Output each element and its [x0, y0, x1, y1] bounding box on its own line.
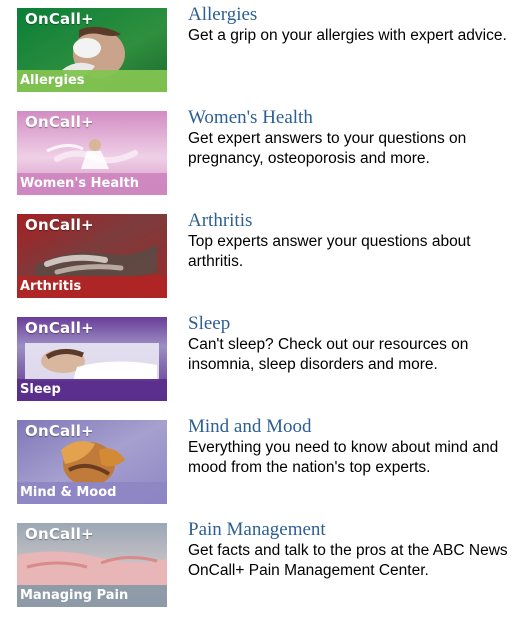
oncall-brand-label: OnCall+ [25, 422, 94, 440]
category-label: Sleep [20, 382, 61, 397]
item-text: Allergies Get a grip on your allergies w… [188, 3, 518, 46]
item-text: Women's Health Get expert answers to you… [188, 106, 518, 169]
list-item: OnCall+ Sleep Sleep Can't sleep? Check o… [17, 309, 517, 405]
arthritis-thumbnail[interactable]: OnCall+ Arthritis [17, 214, 167, 298]
category-label: Mind & Mood [20, 485, 117, 500]
list-item: OnCall+ Mind & Mood Mind and Mood Everyt… [17, 412, 517, 508]
item-description: Can't sleep? Check out our resources on … [188, 336, 469, 373]
allergies-thumbnail[interactable]: OnCall+ Allergies [17, 8, 167, 92]
sleep-link[interactable]: Sleep [188, 312, 518, 335]
oncall-brand-label: OnCall+ [25, 113, 94, 131]
womens-health-link[interactable]: Women's Health [188, 106, 518, 129]
oncall-brand-label: OnCall+ [25, 319, 94, 337]
item-description: Everything you need to know about mind a… [188, 439, 499, 476]
allergies-link[interactable]: Allergies [188, 3, 518, 26]
mind-and-mood-thumbnail[interactable]: OnCall+ Mind & Mood [17, 420, 167, 504]
item-text: Sleep Can't sleep? Check out our resourc… [188, 312, 518, 375]
managing-pain-thumbnail[interactable]: OnCall+ Managing Pain [17, 523, 167, 607]
pain-management-link[interactable]: Pain Management [188, 518, 518, 541]
list-item: OnCall+ Women's Health Women's Health Ge… [17, 103, 517, 199]
item-description: Get facts and talk to the pros at the AB… [188, 542, 508, 579]
category-label: Allergies [20, 73, 85, 88]
category-label: Arthritis [20, 279, 82, 294]
list-item: OnCall+ Arthritis Arthritis Top experts … [17, 206, 517, 302]
item-description: Get a grip on your allergies with expert… [188, 27, 507, 44]
item-description: Get expert answers to your questions on … [188, 130, 467, 167]
list-item: OnCall+ Managing Pain Pain Management Ge… [17, 515, 517, 611]
mind-and-mood-link[interactable]: Mind and Mood [188, 415, 518, 438]
sleep-thumbnail[interactable]: OnCall+ Sleep [17, 317, 167, 401]
item-text: Arthritis Top experts answer your questi… [188, 209, 518, 272]
category-label: Managing Pain [20, 588, 129, 603]
item-text: Mind and Mood Everything you need to kno… [188, 415, 518, 478]
oncall-brand-label: OnCall+ [25, 525, 94, 543]
category-label: Women's Health [20, 176, 140, 191]
arthritis-link[interactable]: Arthritis [188, 209, 518, 232]
oncall-brand-label: OnCall+ [25, 10, 94, 28]
item-description: Top experts answer your questions about … [188, 233, 471, 270]
womens-health-thumbnail[interactable]: OnCall+ Women's Health [17, 111, 167, 195]
oncall-brand-label: OnCall+ [25, 216, 94, 234]
list-item: OnCall+ Allergies Allergies Get a grip o… [17, 0, 517, 96]
item-text: Pain Management Get facts and talk to th… [188, 518, 518, 581]
